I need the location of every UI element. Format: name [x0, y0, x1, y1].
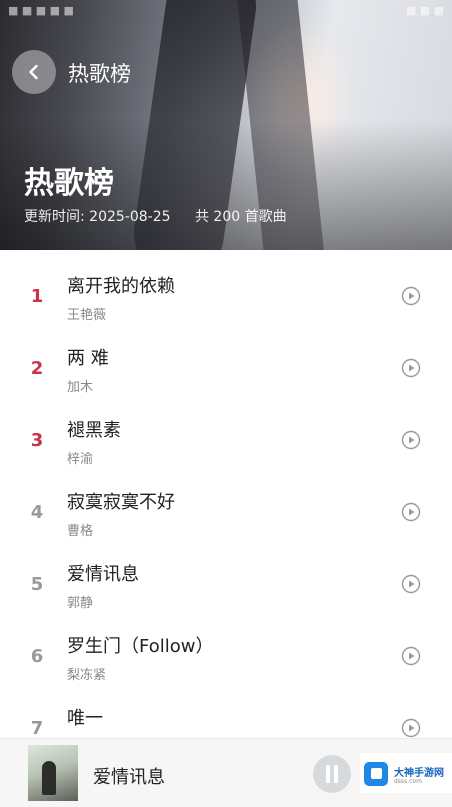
song-row-5[interactable]: 5 爱情讯息 郭静: [0, 550, 452, 622]
song-artist: 郭静: [67, 596, 94, 611]
song-artist: 曹格: [67, 524, 94, 539]
song-count: 共 200 首歌曲: [194, 209, 287, 225]
song-title: 两 难: [67, 348, 109, 369]
status-bar-right: ■ ■ ■: [405, 4, 444, 17]
watermark-domain: dsss.com: [394, 778, 422, 785]
rank-number: 2: [30, 358, 44, 379]
album-cover[interactable]: [28, 745, 78, 801]
mini-player[interactable]: 爱情讯息 大神手游网 dsss.com: [0, 738, 452, 807]
rank-number: 4: [30, 502, 44, 523]
song-row-2[interactable]: 2 两 难 加木: [0, 334, 452, 406]
watermark: 大神手游网 dsss.com: [360, 753, 452, 793]
song-row-6[interactable]: 6 罗生门（Follow） 梨冻紧: [0, 622, 452, 694]
now-playing-title: 爱情讯息: [93, 767, 165, 788]
pause-button[interactable]: [313, 755, 351, 793]
header-banner: ■ ■ ■ ■ ■ ■ ■ ■ 热歌榜 热歌榜 更新时间: 2025-08-25…: [0, 0, 452, 250]
watermark-name: 大神手游网: [394, 768, 444, 779]
play-circle-icon[interactable]: [401, 430, 421, 450]
chart-meta: 更新时间: 2025-08-25 共 200 首歌曲: [24, 206, 307, 226]
nav-title: 热歌榜: [68, 62, 131, 86]
song-artist: 加木: [67, 380, 94, 395]
song-title: 离开我的依赖: [67, 276, 175, 297]
song-title: 爱情讯息: [67, 564, 139, 585]
song-artist: 梓渝: [67, 452, 94, 467]
cover-figure: [42, 761, 56, 795]
rank-number: 5: [30, 574, 44, 595]
song-title: 褪黑素: [67, 420, 121, 441]
play-circle-icon[interactable]: [401, 574, 421, 594]
song-artist: 王艳薇: [67, 308, 107, 323]
play-circle-icon[interactable]: [401, 358, 421, 378]
song-title: 寂寞寂寞不好: [67, 492, 175, 513]
play-circle-icon[interactable]: [401, 286, 421, 306]
song-row-1[interactable]: 1 离开我的依赖 王艳薇: [0, 262, 452, 334]
song-list: 1 离开我的依赖 王艳薇 2 两 难 加木 3 褪黑素 梓渝 4 寂寞寂寞不好 …: [0, 262, 452, 766]
status-bar: ■ ■ ■ ■ ■ ■ ■ ■: [8, 4, 444, 22]
page-title: 热歌榜: [24, 166, 114, 201]
rank-number: 7: [30, 718, 44, 739]
chevron-left-icon: [29, 64, 38, 80]
back-button[interactable]: [12, 50, 56, 94]
status-bar-left: ■ ■ ■ ■ ■: [8, 4, 74, 17]
song-title: 罗生门（Follow）: [67, 636, 214, 657]
song-row-4[interactable]: 4 寂寞寂寞不好 曹格: [0, 478, 452, 550]
song-artist: 梨冻紧: [67, 668, 107, 683]
rank-number: 3: [30, 430, 44, 451]
song-title: 唯一: [67, 708, 103, 729]
update-time: 更新时间: 2025-08-25: [24, 209, 171, 225]
play-circle-icon[interactable]: [401, 502, 421, 522]
song-row-3[interactable]: 3 褪黑素 梓渝: [0, 406, 452, 478]
rank-number: 1: [30, 286, 44, 307]
rank-number: 6: [30, 646, 44, 667]
play-circle-icon[interactable]: [401, 718, 421, 738]
play-circle-icon[interactable]: [401, 646, 421, 666]
watermark-logo-icon: [364, 762, 388, 786]
